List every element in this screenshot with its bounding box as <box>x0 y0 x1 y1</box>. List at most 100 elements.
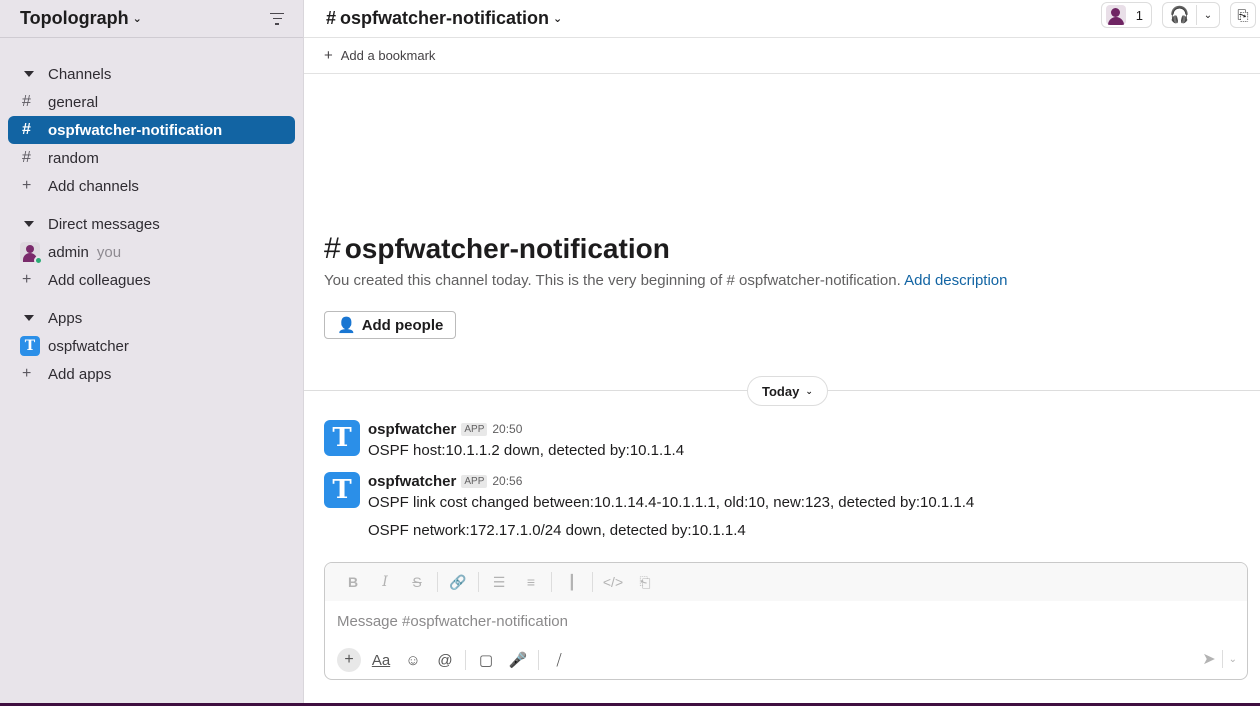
headphones-icon[interactable]: 🎧 <box>1163 5 1197 25</box>
italic-icon[interactable]: I <box>369 574 401 590</box>
channel-title: ospfwatcher-notification <box>340 8 550 28</box>
add-people-button[interactable]: 👤 Add people <box>324 311 457 339</box>
sender-name[interactable]: ospfwatcher <box>368 473 456 490</box>
timestamp[interactable]: 20:50 <box>492 422 522 436</box>
sidebar-item-general[interactable]: # general <box>8 88 295 116</box>
slash-command-icon[interactable]: ⧸ <box>543 652 575 669</box>
plus-icon: + <box>22 177 32 194</box>
workspace-menu-button[interactable]: Topolograph ⌄ <box>20 8 142 29</box>
app-badge: APP <box>461 422 488 436</box>
chevron-down-icon[interactable]: ⌄ <box>1229 654 1237 665</box>
sender-name[interactable]: ospfwatcher <box>368 421 456 438</box>
message[interactable]: T ospfwatcher APP 20:50 OSPF host:10.1.1… <box>324 420 684 459</box>
link-icon[interactable]: 🔗 <box>442 574 474 591</box>
code-icon[interactable]: </> <box>597 574 629 590</box>
attach-plus-icon[interactable]: + <box>337 648 361 672</box>
canvas-icon[interactable]: ⎘ <box>1230 2 1256 28</box>
hash-icon: # <box>22 93 31 110</box>
message-text: OSPF link cost changed between:10.1.14.4… <box>368 494 975 511</box>
sidebar-item-label: random <box>48 149 99 167</box>
blockquote-icon[interactable]: ┃ <box>556 574 588 591</box>
filter-icon[interactable] <box>269 12 285 25</box>
add-channels-button[interactable]: + Add channels <box>8 172 295 200</box>
formatting-toolbar: B I S 🔗 ☰ ≡ ┃ </> ⎗ <box>325 563 1247 601</box>
avatar[interactable]: T <box>324 472 360 508</box>
app-name-label: ospfwatcher <box>48 337 129 355</box>
add-people-label: Add people <box>361 316 444 334</box>
microphone-icon[interactable]: 🎤 <box>502 651 534 669</box>
sidebar-item-ospfwatcher[interactable]: T ospfwatcher <box>8 332 295 360</box>
caret-down-icon <box>24 315 34 321</box>
section-direct-messages[interactable]: Direct messages <box>0 210 303 238</box>
section-channels[interactable]: Channels <box>0 60 303 88</box>
add-apps-button[interactable]: + Add apps <box>8 360 295 388</box>
chevron-down-icon: ⌄ <box>553 13 563 25</box>
send-icon[interactable]: ➤ <box>1202 649 1215 669</box>
chevron-down-icon[interactable]: ⌄ <box>1197 10 1219 21</box>
add-colleagues-button[interactable]: + Add colleagues <box>8 266 295 294</box>
sidebar-item-ospfwatcher-notification[interactable]: # ospfwatcher-notification <box>8 116 295 144</box>
bulleted-list-icon[interactable]: ≡ <box>515 574 547 590</box>
workspace-name: Topolograph <box>20 8 129 28</box>
message[interactable]: T ospfwatcher APP 20:56 OSPF link cost c… <box>324 472 974 511</box>
ordered-list-icon[interactable]: ☰ <box>483 574 515 591</box>
intro-description-text: You created this channel today. This is … <box>324 272 901 289</box>
hash-icon: # <box>22 121 31 138</box>
add-bookmark-label: Add a bookmark <box>340 48 436 63</box>
add-channels-label: Add channels <box>48 177 139 195</box>
channel-intro: # ospfwatcher-notification You created t… <box>324 232 1008 289</box>
dm-user-label: admin <box>48 243 89 261</box>
video-icon[interactable]: ▢ <box>470 651 502 669</box>
add-apps-label: Add apps <box>48 365 112 383</box>
you-label: you <box>96 243 122 261</box>
plus-icon: + <box>22 365 32 382</box>
add-colleagues-label: Add colleagues <box>48 271 151 289</box>
chevron-down-icon: ⌄ <box>805 385 813 396</box>
sidebar-item-label: ospfwatcher-notification <box>48 121 223 139</box>
intro-title: # ospfwatcher-notification <box>324 232 1008 266</box>
code-block-icon[interactable]: ⎗ <box>629 574 661 591</box>
avatar[interactable]: T <box>324 420 360 456</box>
message-text: OSPF host:10.1.1.2 down, detected by:10.… <box>368 442 685 459</box>
caret-down-icon <box>24 221 34 227</box>
mention-icon[interactable]: @ <box>429 652 461 669</box>
sidebar-item-admin[interactable]: admin you <box>8 238 295 266</box>
avatar <box>1105 5 1126 25</box>
channel-title-button[interactable]: # ospfwatcher-notification ⌄ <box>326 8 562 29</box>
online-status-icon <box>34 256 43 265</box>
sidebar-item-random[interactable]: # random <box>8 144 295 172</box>
caret-down-icon <box>24 71 34 77</box>
sidebar-item-label: general <box>48 93 99 111</box>
hash-icon: # <box>326 8 337 28</box>
intro-description: You created this channel today. This is … <box>324 272 1008 289</box>
timestamp[interactable]: 20:56 <box>492 474 522 488</box>
section-dm-label: Direct messages <box>48 215 160 233</box>
sidebar-nav: Channels # general # ospfwatcher-notific… <box>0 38 303 388</box>
hash-icon: # <box>324 232 341 265</box>
section-apps-label: Apps <box>48 309 83 327</box>
section-apps[interactable]: Apps <box>0 304 303 332</box>
emoji-icon[interactable]: ☺ <box>397 652 429 669</box>
bold-icon[interactable]: B <box>337 574 369 590</box>
section-channels-label: Channels <box>48 65 112 83</box>
intro-title-text: ospfwatcher-notification <box>344 233 670 264</box>
plus-icon: + <box>324 47 333 64</box>
composer-actions: + Aa ☺ @ ▢ 🎤 ⧸ ➤ ⌄ <box>325 641 1247 679</box>
members-button[interactable]: 1 <box>1100 2 1152 28</box>
message-input[interactable]: Message #ospfwatcher-notification <box>325 601 1247 641</box>
app-badge: APP <box>461 474 488 488</box>
main-pane: # ospfwatcher-notification ⌄ 1 🎧 ⌄ ⎘ + A… <box>304 0 1260 706</box>
add-description-link[interactable]: Add description <box>904 272 1007 289</box>
avatar <box>20 242 43 265</box>
date-label: Today <box>762 383 800 399</box>
formatting-toggle-icon[interactable]: Aa <box>365 652 397 669</box>
workspace-header: Topolograph ⌄ <box>0 0 303 38</box>
strikethrough-icon[interactable]: S <box>401 574 433 590</box>
sidebar: Topolograph ⌄ Channels # general # ospfw… <box>0 0 304 706</box>
chevron-down-icon: ⌄ <box>132 13 142 25</box>
add-bookmark-button[interactable]: + Add a bookmark <box>304 38 1260 74</box>
plus-icon: + <box>22 271 32 288</box>
add-person-icon: 👤 <box>337 317 356 334</box>
member-count: 1 <box>1135 7 1143 23</box>
date-jump-button[interactable]: Today ⌄ <box>747 376 828 406</box>
